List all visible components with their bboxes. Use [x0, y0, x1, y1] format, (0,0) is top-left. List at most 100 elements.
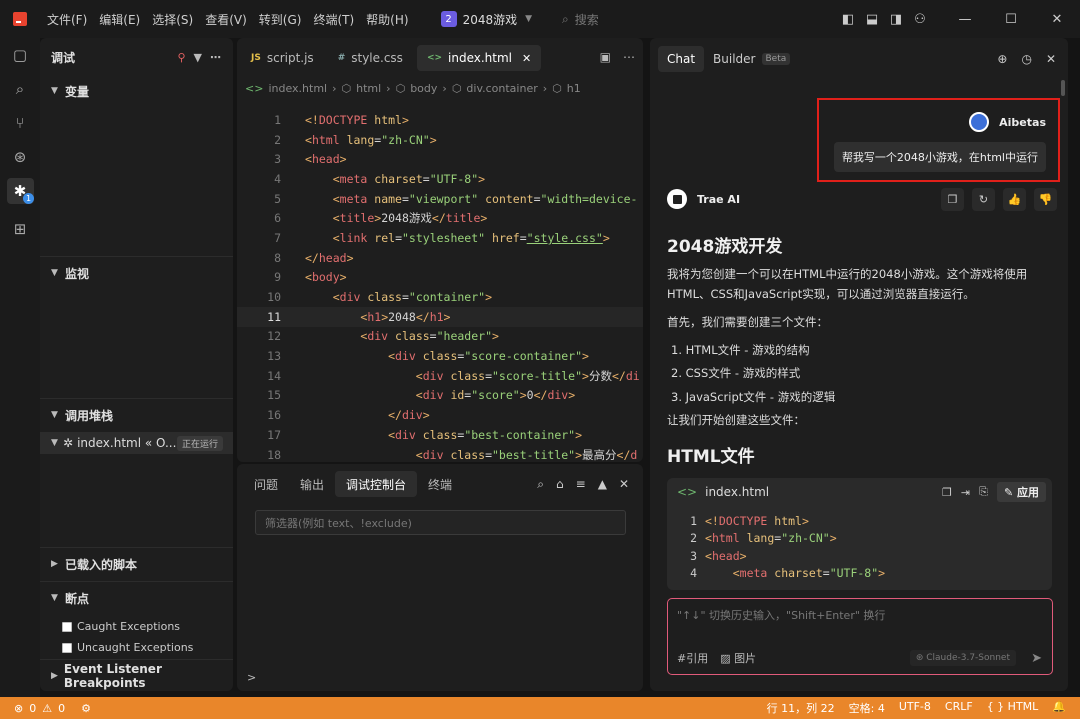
apply-icon: ✎ [1003, 486, 1017, 499]
error-icon[interactable]: ⊗ [14, 702, 23, 715]
tab-style-css[interactable]: # style.css [328, 45, 413, 71]
section-variables[interactable]: ▼ 变量 [40, 80, 233, 102]
tab-builder[interactable]: Builder Beta [704, 46, 799, 72]
section-label: Event Listener Breakpoints [63, 662, 162, 690]
running-badge: 正在运行 [176, 435, 223, 451]
more-icon[interactable]: ⋯ [210, 51, 221, 64]
search-icon[interactable]: ⌕ [537, 477, 544, 492]
tab-index-html[interactable]: <> index.html ✕ [416, 45, 542, 71]
search-box[interactable]: ⌕ 搜索 [562, 11, 599, 28]
breadcrumb-item[interactable]: html [356, 82, 381, 95]
split-editor-icon[interactable]: ▣ [600, 50, 611, 64]
caught-exceptions-checkbox[interactable]: Caught Exceptions [62, 620, 180, 633]
copy-icon[interactable]: ❐ [941, 187, 964, 211]
breadcrumb-item[interactable]: index.html [268, 82, 327, 95]
model-label: Claude-3.7-Sonnet [926, 653, 1010, 663]
toggle-secondary-icon[interactable]: ◨ [884, 12, 908, 27]
section-loaded-scripts[interactable]: ▶ 已载入的脚本 [40, 553, 233, 575]
copy-icon[interactable]: ❐ [942, 486, 952, 499]
chevron-down-icon[interactable]: ▼ [194, 51, 202, 64]
filter-icon[interactable]: ≡ [576, 477, 586, 492]
section-event-breakpoints[interactable]: ▶ Event Listener Breakpoints [40, 662, 233, 690]
image-icon: ▨ [720, 652, 735, 665]
extensions-icon[interactable]: ⊞ [0, 212, 40, 246]
section-callstack[interactable]: ▼ 调用堆栈 [40, 404, 233, 426]
avatar [969, 112, 990, 132]
debug-run-icon[interactable]: ⚙ [81, 702, 91, 715]
account-icon[interactable]: ⚇ [908, 12, 932, 27]
send-icon[interactable]: ➤ [1031, 651, 1042, 666]
warning-count[interactable]: 0 [58, 702, 65, 715]
console-prompt[interactable]: > [247, 671, 256, 684]
breadcrumb-item[interactable]: body [410, 82, 437, 95]
line-ending[interactable]: CRLF [945, 700, 973, 716]
tab-output[interactable]: 输出 [289, 471, 335, 497]
debug-config-icon[interactable]: ⚲ [177, 51, 185, 64]
close-icon[interactable]: ✕ [619, 477, 629, 492]
scrollbar[interactable] [1061, 80, 1065, 96]
tab-chat[interactable]: Chat [658, 46, 705, 72]
error-count[interactable]: 0 [29, 702, 36, 715]
tab-script-js[interactable]: JS script.js [241, 45, 324, 71]
menu-terminal[interactable]: 终端(T) [313, 11, 354, 28]
new-file-icon[interactable]: ⎘ [979, 485, 988, 499]
indentation[interactable]: 空格: 4 [849, 700, 885, 716]
encoding[interactable]: UTF-8 [899, 700, 931, 716]
list-item: 1. HTML文件 - 游戏的结构 [671, 343, 810, 357]
toggle-sidebar-icon[interactable]: ◧ [836, 12, 860, 27]
uncaught-exceptions-checkbox[interactable]: Uncaught Exceptions [62, 641, 193, 654]
user-name: Aibetas [999, 115, 1046, 129]
image-button[interactable]: ▨ 图片 [720, 650, 756, 666]
tab-debug-console[interactable]: 调试控制台 [335, 471, 418, 497]
toggle-panel-icon[interactable]: ⬓ [860, 12, 884, 27]
chat-input[interactable]: "↑↓" 切换历史输入，"Shift+Enter" 换行 #引用 ▨ 图片 ⊛ … [667, 598, 1053, 675]
new-chat-icon[interactable]: ⊕ [997, 52, 1007, 66]
debug-icon[interactable]: ✱ 1 [0, 174, 40, 208]
close-button[interactable]: ✕ [1034, 12, 1080, 27]
section-breakpoints[interactable]: ▼ 断点 [40, 587, 233, 609]
lock-icon[interactable]: ⌂ [556, 477, 564, 492]
maximize-button[interactable]: ☐ [988, 12, 1034, 27]
language-mode[interactable]: { } HTML [987, 700, 1039, 716]
close-icon[interactable]: ✕ [522, 52, 531, 65]
apply-button[interactable]: ✎ 应用 [996, 482, 1046, 502]
menu-file[interactable]: 文件(F) [47, 11, 87, 28]
tab-problems[interactable]: 问题 [243, 471, 289, 497]
reference-button[interactable]: #引用 [677, 650, 708, 666]
search-view-icon[interactable]: ⌕ [0, 72, 40, 106]
cursor-position[interactable]: 行 11，列 22 [767, 700, 835, 716]
code-area[interactable]: 1 <!DOCTYPE html> 2 <html lang="zh-CN"> 3 <… [237, 110, 643, 462]
breadcrumb-item[interactable]: div.container [466, 82, 537, 95]
menu-view[interactable]: 查看(V) [205, 11, 247, 28]
source-control-icon[interactable]: ⑂ [0, 106, 40, 140]
thumbs-up-icon[interactable]: 👍 [1003, 187, 1026, 211]
menu-help[interactable]: 帮助(H) [366, 11, 408, 28]
bug-icon: ✲ [63, 436, 74, 450]
thumbs-down-icon[interactable]: 👎 [1034, 187, 1057, 211]
breadcrumb-item[interactable]: h1 [567, 82, 581, 95]
menu-select[interactable]: 选择(S) [152, 11, 193, 28]
chevron-up-icon[interactable]: ▲ [598, 477, 607, 492]
menu-edit[interactable]: 编辑(E) [99, 11, 140, 28]
regenerate-icon[interactable]: ↻ [972, 187, 995, 211]
menu-goto[interactable]: 转到(G) [259, 11, 302, 28]
bell-icon[interactable]: 🔔 [1052, 700, 1066, 716]
explorer-icon[interactable]: ▢ [0, 38, 40, 72]
more-icon[interactable]: ⋯ [623, 50, 635, 64]
insert-icon[interactable]: ⇥ [961, 486, 970, 499]
model-selector[interactable]: ⊛ Claude-3.7-Sonnet [909, 650, 1016, 666]
project-switcher[interactable]: 2 2048游戏 ▼ [440, 11, 532, 28]
trae-logo-icon [667, 189, 687, 209]
history-icon[interactable]: ◷ [1021, 52, 1031, 66]
section-watch[interactable]: ▼ 监视 [40, 262, 233, 284]
tab-terminal[interactable]: 终端 [417, 471, 463, 497]
minimize-button[interactable]: — [942, 12, 988, 27]
response-paragraph: 让我们开始创建这些文件： [667, 413, 805, 427]
filter-input[interactable]: 筛选器(例如 text、!exclude) [255, 510, 626, 535]
remote-icon[interactable]: ⊛ [0, 140, 40, 174]
bottom-panel: 问题 输出 调试控制台 终端 ⌕ ⌂ ≡ ▲ ✕ 筛选器(例如 text、!ex… [237, 464, 643, 691]
callstack-item[interactable]: ▼ ✲ index.html « O... 正在运行 [40, 432, 233, 454]
warning-icon[interactable]: ⚠ [42, 702, 52, 715]
close-icon[interactable]: ✕ [1046, 52, 1056, 66]
checkbox-label: Caught Exceptions [77, 620, 181, 633]
